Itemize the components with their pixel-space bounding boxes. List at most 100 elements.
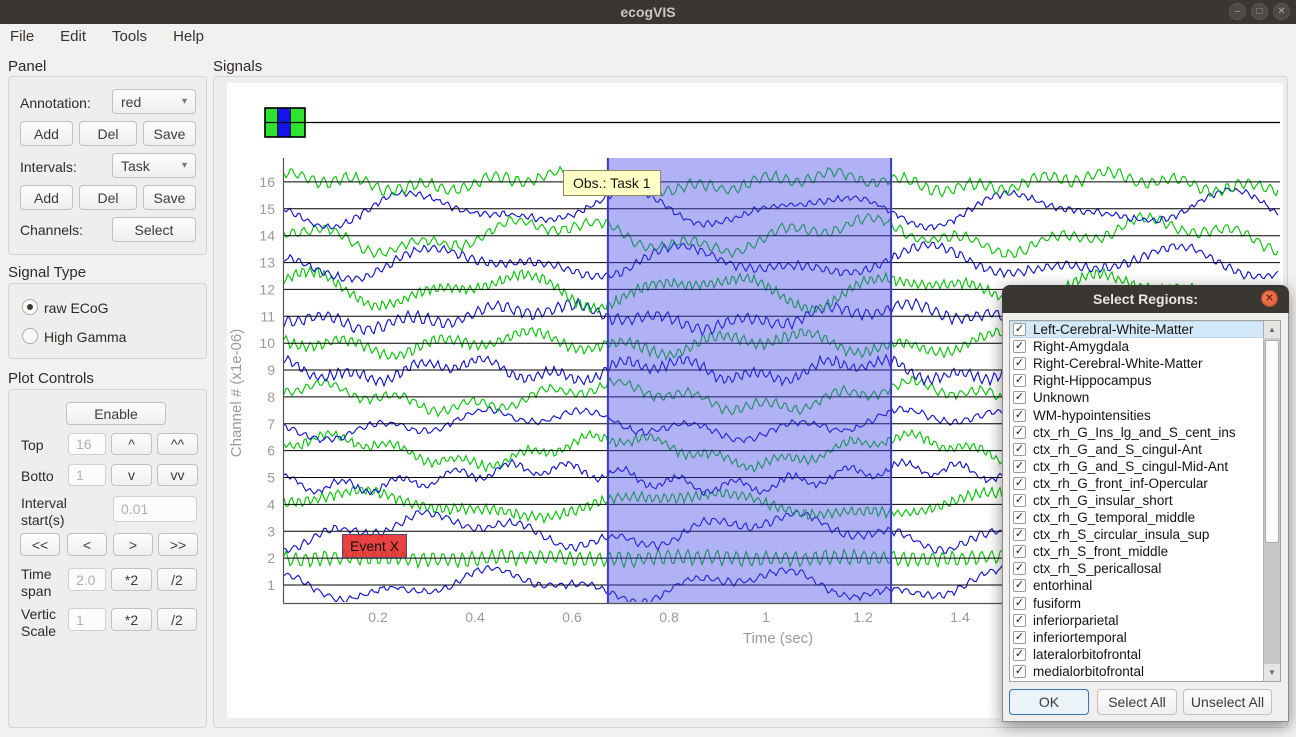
- region-item[interactable]: ✓ctx_rh_G_and_S_cingul-Mid-Ant: [1010, 458, 1263, 475]
- checkbox-checked-icon[interactable]: ✓: [1013, 443, 1026, 456]
- region-item[interactable]: ✓Right-Amygdala: [1010, 338, 1263, 355]
- scrollbar-handle[interactable]: [1265, 340, 1279, 543]
- channel-down-button[interactable]: v: [111, 464, 152, 486]
- channels-select-button[interactable]: Select: [112, 217, 196, 242]
- intervals-add-button[interactable]: Add: [20, 185, 73, 210]
- checkbox-checked-icon[interactable]: ✓: [1013, 579, 1026, 592]
- checkbox-checked-icon[interactable]: ✓: [1013, 391, 1026, 404]
- region-item-label: ctx_rh_G_front_inf-Opercular: [1033, 476, 1208, 491]
- time-span-field[interactable]: 2.0: [68, 568, 106, 591]
- intervals-save-button[interactable]: Save: [143, 185, 196, 210]
- close-icon[interactable]: ✕: [1273, 3, 1290, 20]
- high-gamma-label: High Gamma: [44, 329, 126, 345]
- interval-start-label: Interval start(s): [21, 495, 83, 529]
- maximize-icon[interactable]: □: [1251, 3, 1268, 20]
- region-item[interactable]: ✓ctx_rh_G_temporal_middle: [1010, 509, 1263, 526]
- top-field[interactable]: 16: [68, 433, 106, 455]
- checkbox-checked-icon[interactable]: ✓: [1013, 528, 1026, 541]
- checkbox-checked-icon[interactable]: ✓: [1013, 426, 1026, 439]
- time-span-div-button[interactable]: /2: [157, 568, 197, 591]
- time-span-mul-button[interactable]: *2: [111, 568, 152, 591]
- checkbox-checked-icon[interactable]: ✓: [1013, 614, 1026, 627]
- intervals-del-button[interactable]: Del: [79, 185, 137, 210]
- checkbox-checked-icon[interactable]: ✓: [1013, 562, 1026, 575]
- raw-ecog-radio[interactable]: [22, 299, 38, 315]
- checkbox-checked-icon[interactable]: ✓: [1013, 460, 1026, 473]
- region-item-label: Right-Hippocampus: [1033, 373, 1152, 388]
- region-item[interactable]: ✓ctx_rh_G_insular_short: [1010, 492, 1263, 509]
- intervals-combobox[interactable]: Task ▾: [112, 153, 196, 178]
- menu-file[interactable]: File: [10, 28, 48, 45]
- region-item[interactable]: ✓lateralorbitofrontal: [1010, 646, 1263, 663]
- region-item[interactable]: ✓ctx_rh_G_and_S_cingul-Ant: [1010, 441, 1263, 458]
- checkbox-checked-icon[interactable]: ✓: [1013, 648, 1026, 661]
- menu-tools[interactable]: Tools: [112, 28, 161, 45]
- region-item[interactable]: ✓WM-hypointensities: [1010, 406, 1263, 423]
- region-item-label: ctx_rh_S_front_middle: [1033, 544, 1168, 559]
- enable-button[interactable]: Enable: [66, 402, 166, 425]
- region-item[interactable]: ✓ctx_rh_S_circular_insula_sup: [1010, 526, 1263, 543]
- region-item[interactable]: ✓ctx_rh_G_Ins_lg_and_S_cent_ins: [1010, 424, 1263, 441]
- region-item[interactable]: ✓ Right-Cerebral-White-Matter: [1010, 355, 1263, 372]
- svg-text:Channel # (x1e-06): Channel # (x1e-06): [228, 329, 245, 457]
- region-item[interactable]: ✓entorhinal: [1010, 577, 1263, 594]
- region-item[interactable]: ✓Unknown: [1010, 389, 1263, 406]
- region-item[interactable]: ✓ ctx_rh_G_front_inf-Opercular: [1010, 475, 1263, 492]
- region-item[interactable]: ✓ctx_rh_S_pericallosal: [1010, 560, 1263, 577]
- checkbox-checked-icon[interactable]: ✓: [1013, 597, 1026, 610]
- page-back-button[interactable]: <<: [20, 533, 60, 556]
- checkbox-checked-icon[interactable]: ✓: [1013, 340, 1026, 353]
- region-item[interactable]: ✓inferiorparietal: [1010, 612, 1263, 629]
- region-item[interactable]: ✓fusiform: [1010, 595, 1263, 612]
- checkbox-checked-icon[interactable]: ✓: [1013, 511, 1026, 524]
- signals-group-title: Signals: [213, 58, 262, 75]
- vertical-scale-field[interactable]: 1: [68, 608, 106, 631]
- vertical-scale-div-button[interactable]: /2: [157, 608, 197, 631]
- checkbox-checked-icon[interactable]: ✓: [1013, 357, 1026, 370]
- minimize-icon[interactable]: –: [1229, 3, 1246, 20]
- channel-down-fast-button[interactable]: vv: [157, 464, 198, 486]
- checkbox-checked-icon[interactable]: ✓: [1013, 323, 1026, 336]
- region-item[interactable]: ✓ Right-Hippocampus: [1010, 372, 1263, 389]
- region-item[interactable]: ✓ ctx_rh_S_front_middle: [1010, 543, 1263, 560]
- vertical-scale-mul-button[interactable]: *2: [111, 608, 152, 631]
- checkbox-checked-icon[interactable]: ✓: [1013, 545, 1026, 558]
- annotation-add-button[interactable]: Add: [20, 121, 73, 146]
- menu-edit[interactable]: Edit: [60, 28, 100, 45]
- dialog-close-icon[interactable]: ✕: [1261, 290, 1278, 307]
- channel-up-button[interactable]: ^: [111, 433, 152, 455]
- menu-help[interactable]: Help: [173, 28, 218, 45]
- unselect-all-button[interactable]: Unselect All: [1183, 689, 1272, 715]
- svg-text:5: 5: [267, 470, 275, 486]
- region-item[interactable]: ✓Left-Cerebral-White-Matter: [1010, 321, 1263, 338]
- checkbox-checked-icon[interactable]: ✓: [1013, 409, 1026, 422]
- select-all-button[interactable]: Select All: [1097, 689, 1177, 715]
- scroll-up-icon[interactable]: ▲: [1264, 321, 1280, 338]
- step-forward-button[interactable]: >: [113, 533, 153, 556]
- interval-start-field[interactable]: 0.01: [113, 496, 197, 522]
- region-item-label: Right-Cerebral-White-Matter: [1033, 356, 1203, 371]
- checkbox-checked-icon[interactable]: ✓: [1013, 665, 1026, 678]
- region-item-label: inferiortemporal: [1033, 630, 1127, 645]
- annotation-save-button[interactable]: Save: [143, 121, 196, 146]
- ok-button[interactable]: OK: [1009, 689, 1089, 715]
- page-forward-button[interactable]: >>: [158, 533, 198, 556]
- bottom-field[interactable]: 1: [68, 464, 106, 486]
- svg-text:0.4: 0.4: [465, 609, 485, 625]
- vertical-scale-label: Vertic Scale: [21, 606, 67, 640]
- high-gamma-radio[interactable]: [22, 328, 38, 344]
- checkbox-checked-icon[interactable]: ✓: [1013, 477, 1026, 490]
- app-window: { "window": { "title": "ecogVIS" }, "ico…: [0, 0, 1296, 737]
- scroll-down-icon[interactable]: ▼: [1264, 664, 1280, 681]
- checkbox-checked-icon[interactable]: ✓: [1013, 494, 1026, 507]
- event-annotation-tag[interactable]: Event X: [342, 534, 407, 558]
- annotation-del-button[interactable]: Del: [79, 121, 137, 146]
- region-list-scrollbar[interactable]: ▲ ▼: [1263, 321, 1280, 681]
- region-item[interactable]: ✓medialorbitofrontal: [1010, 663, 1263, 680]
- checkbox-checked-icon[interactable]: ✓: [1013, 374, 1026, 387]
- channel-up-fast-button[interactable]: ^^: [157, 433, 198, 455]
- step-back-button[interactable]: <: [67, 533, 107, 556]
- checkbox-checked-icon[interactable]: ✓: [1013, 631, 1026, 644]
- annotation-combobox[interactable]: red ▾: [112, 89, 196, 114]
- region-item[interactable]: ✓ inferiortemporal: [1010, 629, 1263, 646]
